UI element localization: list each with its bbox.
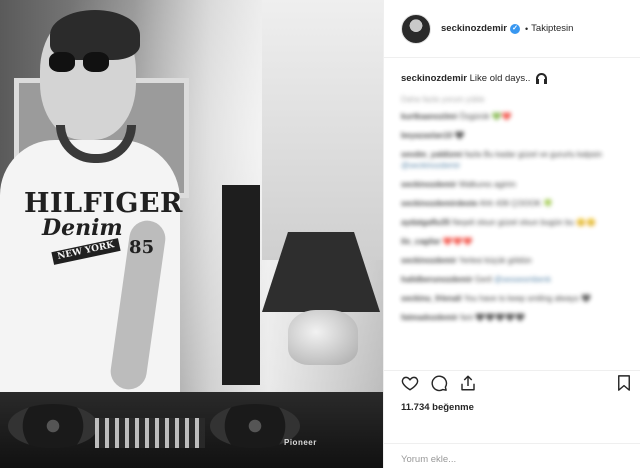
following-status[interactable]: Takiptesin xyxy=(531,23,573,34)
bookmark-icon[interactable] xyxy=(615,374,633,392)
comment-item: seckinozdemirdeste Ahh 436 ÇOOOK 🍀 xyxy=(401,198,629,209)
shirt-line2: Denim xyxy=(42,215,123,241)
comment-username[interactable]: ilo_cagilar xyxy=(401,237,441,246)
comment-item: seckinu_frlenali You have to keep smilin… xyxy=(401,293,629,304)
post: HILFIGER Denim NEW YORK 85 Pioneer secki… xyxy=(0,0,640,468)
shirt-number: 85 xyxy=(129,237,155,258)
comment-item: kurtkaanoziimi Özgürük 💚❤️ xyxy=(401,111,629,122)
comment-text: ❤️❤️❤️ xyxy=(442,237,473,246)
comment-mention[interactable]: @seckinozdemir xyxy=(401,161,460,170)
post-header: seckinozdemir ✓ • Takiptesin xyxy=(384,0,640,58)
comment-input[interactable] xyxy=(401,454,601,465)
share-icon[interactable] xyxy=(459,374,477,392)
caption-text: Like old days.. xyxy=(469,73,531,84)
heart-icon[interactable] xyxy=(401,374,419,392)
comment-username[interactable]: seckinozdemir xyxy=(401,180,457,189)
comment-text: Özgürük 💚❤️ xyxy=(459,112,512,121)
comment-username[interactable]: seckinozdemir xyxy=(401,256,457,265)
add-comment-bar xyxy=(384,443,640,468)
comment-text: 🖤 xyxy=(454,131,465,140)
avatar[interactable] xyxy=(401,13,431,44)
verified-badge-icon: ✓ xyxy=(510,23,520,34)
comment-username[interactable]: seckinu_frlenali xyxy=(401,294,461,303)
lamp-base xyxy=(288,310,358,365)
like-count[interactable]: 11.734 beğenme xyxy=(401,402,474,413)
caption: seckinozdemir Like old days.. xyxy=(401,73,633,84)
comment-item: beyazaslan10 🖤 xyxy=(401,130,629,141)
comment-text: Daha fazla yorum yükle xyxy=(401,95,485,104)
comment-icon[interactable] xyxy=(430,374,448,392)
comment-item: ilo_cagilar ❤️❤️❤️ xyxy=(401,236,629,247)
shirt-print: HILFIGER Denim NEW YORK 85 xyxy=(24,188,183,265)
comment-text: fani 🖤🖤🖤🖤🖤 xyxy=(460,313,526,322)
caption-username[interactable]: seckinozdemir xyxy=(401,73,467,84)
mixer-knobs xyxy=(95,418,205,448)
header-username[interactable]: seckinozdemir xyxy=(441,23,507,34)
post-sidebar: seckinozdemir ✓ • Takiptesin seckinozdem… xyxy=(383,0,640,468)
comment-text: fazla Bu kadar güzel ve gururlu kalpsin xyxy=(464,150,603,159)
comment-username[interactable]: halidberunozdemir xyxy=(401,275,473,284)
comment-text: Ahh 436 ÇOOOK 🍀 xyxy=(479,199,554,208)
comment-username[interactable]: beyazaslan10 xyxy=(401,131,453,140)
comment-username[interactable]: aydatgaflu35 xyxy=(401,218,450,227)
separator-dot: • xyxy=(525,23,529,34)
comment-username[interactable]: kurtkaanoziimi xyxy=(401,112,457,121)
jog-wheel-left xyxy=(8,404,98,448)
comments-list: Daha fazla yorum yükle kurtkaanoziimi Özg… xyxy=(401,94,629,331)
comment-text: Walkures agirim xyxy=(458,180,516,189)
comment-text: Neşeli olsun güzel olsun bugün bu 😊😊 xyxy=(452,218,597,227)
headphones-icon xyxy=(536,73,548,84)
action-bar xyxy=(384,370,640,398)
sunglasses xyxy=(49,52,111,74)
comment-item: aydatgaflu35 Neşeli olsun güzel olsun bu… xyxy=(401,217,629,228)
comment-item: sevdm_yaldizmi fazla Bu kadar güzel ve g… xyxy=(401,149,629,171)
comment-text: Yerlesi küçük göldün xyxy=(458,256,532,265)
post-photo[interactable]: HILFIGER Denim NEW YORK 85 Pioneer xyxy=(0,0,383,468)
load-more-comments[interactable]: Daha fazla yorum yükle xyxy=(401,94,629,105)
comment-mention[interactable]: @sessesmbenk xyxy=(494,275,551,284)
comment-item: halidberunozdemir Geril @sessesmbenk xyxy=(401,274,629,285)
comment-username[interactable]: fatmadozdemir xyxy=(401,313,458,322)
comment-username[interactable]: sevdm_yaldizmi xyxy=(401,150,462,159)
comment-item: seckinozdemir Walkures agirim xyxy=(401,179,629,190)
shirt-line1: HILFIGER xyxy=(24,188,183,219)
comment-text: Geril xyxy=(474,275,492,284)
window xyxy=(262,0,383,260)
mixer-brand: Pioneer xyxy=(284,438,317,447)
comment-text: You have to keep smiling always 🖤 xyxy=(463,294,592,303)
comment-item: fatmadozdemir fani 🖤🖤🖤🖤🖤 xyxy=(401,312,629,323)
dark-pillar xyxy=(222,185,260,385)
comment-item: seckinozdemir Yerlesi küçük göldün xyxy=(401,255,629,266)
comment-username[interactable]: seckinozdemirdeste xyxy=(401,199,477,208)
